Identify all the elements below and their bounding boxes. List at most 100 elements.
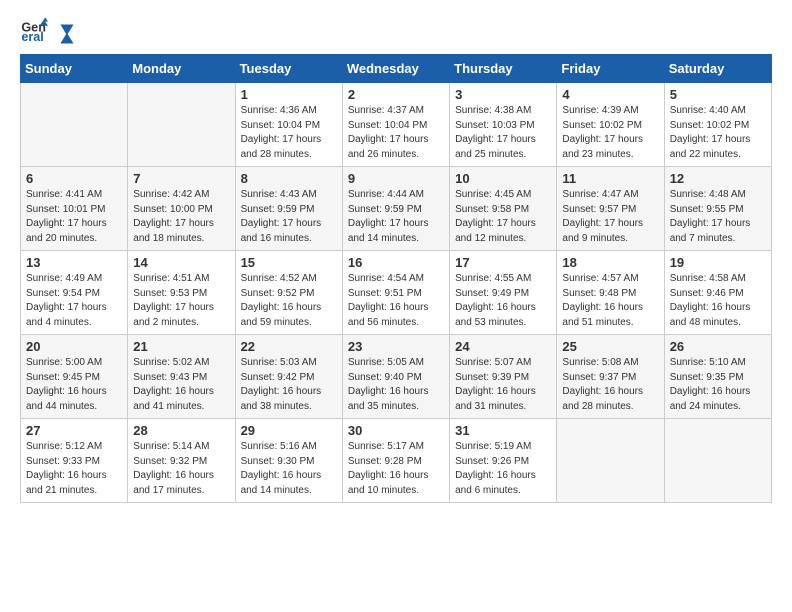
calendar-cell: 11Sunrise: 4:47 AM Sunset: 9:57 PM Dayli…: [557, 167, 664, 251]
day-number: 13: [26, 255, 122, 270]
day-info: Sunrise: 5:00 AM Sunset: 9:45 PM Dayligh…: [26, 356, 122, 414]
calendar-cell: 7 Sunrise: 4:42 AM Sunset: 10:00 PM Dayli…: [128, 167, 235, 251]
day-info: Sunrise: 5:12 AM Sunset: 9:33 PM Dayligh…: [26, 440, 122, 498]
calendar-cell: 22 Sunrise: 5:03 AM Sunset: 9:42 PM Dayli…: [235, 335, 342, 419]
day-number: 19: [670, 255, 766, 270]
calendar-cell: 19 Sunrise: 4:58 AM Sunset: 9:46 PM Dayli…: [664, 251, 771, 335]
day-info: Sunrise: 5:17 AM Sunset: 9:28 PM Dayligh…: [348, 440, 444, 498]
calendar-day-header: Wednesday: [342, 55, 449, 83]
day-number: 22: [241, 339, 337, 354]
calendar-day-header: Friday: [557, 55, 664, 83]
calendar-cell: 15Sunrise: 4:52 AM Sunset: 9:52 PM Dayli…: [235, 251, 342, 335]
svg-text:eral: eral: [21, 30, 43, 44]
calendar-day-header: Sunday: [21, 55, 128, 83]
calendar-week-row: 20 Sunrise: 5:00 AM Sunset: 9:45 PM Dayli…: [21, 335, 772, 419]
day-info: Sunrise: 4:43 AM Sunset: 9:59 PM Dayligh…: [241, 188, 337, 246]
calendar-cell: 13 Sunrise: 4:49 AM Sunset: 9:54 PM Dayli…: [21, 251, 128, 335]
logo: Gen eral: [20, 16, 76, 44]
day-number: 24: [455, 339, 551, 354]
day-number: 31: [455, 423, 551, 438]
day-info: Sunrise: 4:40 AM Sunset: 10:02 PM Daylig…: [670, 104, 766, 162]
day-info: Sunrise: 4:47 AM Sunset: 9:57 PM Dayligh…: [562, 188, 658, 246]
day-number: 7: [133, 171, 229, 186]
calendar-cell: 23 Sunrise: 5:05 AM Sunset: 9:40 PM Dayli…: [342, 335, 449, 419]
calendar-cell: 24 Sunrise: 5:07 AM Sunset: 9:39 PM Dayli…: [450, 335, 557, 419]
calendar-day-header: Monday: [128, 55, 235, 83]
day-info: Sunrise: 4:49 AM Sunset: 9:54 PM Dayligh…: [26, 272, 122, 330]
calendar-cell: 27 Sunrise: 5:12 AM Sunset: 9:33 PM Dayli…: [21, 419, 128, 503]
calendar-header-row: SundayMondayTuesdayWednesdayThursdayFrid…: [21, 55, 772, 83]
day-info: Sunrise: 4:37 AM Sunset: 10:04 PM Daylig…: [348, 104, 444, 162]
calendar-cell: 14 Sunrise: 4:51 AM Sunset: 9:53 PM Dayli…: [128, 251, 235, 335]
day-number: 1: [241, 87, 337, 102]
day-info: Sunrise: 4:57 AM Sunset: 9:48 PM Dayligh…: [562, 272, 658, 330]
calendar-day-header: Thursday: [450, 55, 557, 83]
calendar-cell: 9 Sunrise: 4:44 AM Sunset: 9:59 PM Daylig…: [342, 167, 449, 251]
calendar-cell: 3Sunrise: 4:38 AM Sunset: 10:03 PM Dayli…: [450, 83, 557, 167]
day-info: Sunrise: 4:51 AM Sunset: 9:53 PM Dayligh…: [133, 272, 229, 330]
day-number: 16: [348, 255, 444, 270]
calendar-day-header: Tuesday: [235, 55, 342, 83]
day-number: 8: [241, 171, 337, 186]
calendar-cell: 10 Sunrise: 4:45 AM Sunset: 9:58 PM Dayli…: [450, 167, 557, 251]
day-number: 20: [26, 339, 122, 354]
day-number: 30: [348, 423, 444, 438]
calendar-cell: 6Sunrise: 4:41 AM Sunset: 10:01 PM Dayli…: [21, 167, 128, 251]
day-info: Sunrise: 4:55 AM Sunset: 9:49 PM Dayligh…: [455, 272, 551, 330]
calendar-cell: 18 Sunrise: 4:57 AM Sunset: 9:48 PM Dayli…: [557, 251, 664, 335]
calendar-cell: 30 Sunrise: 5:17 AM Sunset: 9:28 PM Dayli…: [342, 419, 449, 503]
day-number: 29: [241, 423, 337, 438]
calendar-cell: 21 Sunrise: 5:02 AM Sunset: 9:43 PM Dayli…: [128, 335, 235, 419]
day-number: 25: [562, 339, 658, 354]
day-info: Sunrise: 5:07 AM Sunset: 9:39 PM Dayligh…: [455, 356, 551, 414]
day-number: 23: [348, 339, 444, 354]
calendar-cell: 25 Sunrise: 5:08 AM Sunset: 9:37 PM Dayli…: [557, 335, 664, 419]
logo-flag-icon: [53, 23, 75, 45]
day-info: Sunrise: 5:10 AM Sunset: 9:35 PM Dayligh…: [670, 356, 766, 414]
day-info: Sunrise: 4:58 AM Sunset: 9:46 PM Dayligh…: [670, 272, 766, 330]
day-number: 9: [348, 171, 444, 186]
day-info: Sunrise: 5:05 AM Sunset: 9:40 PM Dayligh…: [348, 356, 444, 414]
day-info: Sunrise: 4:44 AM Sunset: 9:59 PM Dayligh…: [348, 188, 444, 246]
calendar-day-header: Saturday: [664, 55, 771, 83]
calendar-cell: 29 Sunrise: 5:16 AM Sunset: 9:30 PM Dayli…: [235, 419, 342, 503]
day-number: 4: [562, 87, 658, 102]
day-number: 26: [670, 339, 766, 354]
day-info: Sunrise: 5:03 AM Sunset: 9:42 PM Dayligh…: [241, 356, 337, 414]
day-info: Sunrise: 5:16 AM Sunset: 9:30 PM Dayligh…: [241, 440, 337, 498]
day-number: 10: [455, 171, 551, 186]
day-info: Sunrise: 5:19 AM Sunset: 9:26 PM Dayligh…: [455, 440, 551, 498]
calendar-cell: [557, 419, 664, 503]
day-number: 21: [133, 339, 229, 354]
day-info: Sunrise: 4:36 AM Sunset: 10:04 PM Daylig…: [241, 104, 337, 162]
day-info: Sunrise: 4:42 AM Sunset: 10:00 PM Daylig…: [133, 188, 229, 246]
calendar-cell: 2 Sunrise: 4:37 AM Sunset: 10:04 PM Dayli…: [342, 83, 449, 167]
page-header: Gen eral: [20, 16, 772, 44]
day-info: Sunrise: 5:08 AM Sunset: 9:37 PM Dayligh…: [562, 356, 658, 414]
day-number: 5: [670, 87, 766, 102]
day-info: Sunrise: 4:48 AM Sunset: 9:55 PM Dayligh…: [670, 188, 766, 246]
day-number: 2: [348, 87, 444, 102]
day-info: Sunrise: 5:14 AM Sunset: 9:32 PM Dayligh…: [133, 440, 229, 498]
day-number: 14: [133, 255, 229, 270]
calendar-table: SundayMondayTuesdayWednesdayThursdayFrid…: [20, 54, 772, 503]
calendar-cell: [128, 83, 235, 167]
calendar-cell: 31 Sunrise: 5:19 AM Sunset: 9:26 PM Dayli…: [450, 419, 557, 503]
calendar-cell: [21, 83, 128, 167]
day-info: Sunrise: 4:45 AM Sunset: 9:58 PM Dayligh…: [455, 188, 551, 246]
day-info: Sunrise: 4:52 AM Sunset: 9:52 PM Dayligh…: [241, 272, 337, 330]
day-number: 12: [670, 171, 766, 186]
calendar-cell: 1 Sunrise: 4:36 AM Sunset: 10:04 PM Dayli…: [235, 83, 342, 167]
day-info: Sunrise: 4:38 AM Sunset: 10:03 PM Daylig…: [455, 104, 551, 162]
calendar-cell: 16 Sunrise: 4:54 AM Sunset: 9:51 PM Dayli…: [342, 251, 449, 335]
calendar-cell: 17Sunrise: 4:55 AM Sunset: 9:49 PM Dayli…: [450, 251, 557, 335]
day-info: Sunrise: 5:02 AM Sunset: 9:43 PM Dayligh…: [133, 356, 229, 414]
calendar-cell: [664, 419, 771, 503]
calendar-cell: 12 Sunrise: 4:48 AM Sunset: 9:55 PM Dayli…: [664, 167, 771, 251]
day-number: 27: [26, 423, 122, 438]
calendar-cell: 5 Sunrise: 4:40 AM Sunset: 10:02 PM Dayli…: [664, 83, 771, 167]
calendar-cell: 4Sunrise: 4:39 AM Sunset: 10:02 PM Dayli…: [557, 83, 664, 167]
day-info: Sunrise: 4:54 AM Sunset: 9:51 PM Dayligh…: [348, 272, 444, 330]
day-number: 18: [562, 255, 658, 270]
calendar-cell: 8 Sunrise: 4:43 AM Sunset: 9:59 PM Daylig…: [235, 167, 342, 251]
